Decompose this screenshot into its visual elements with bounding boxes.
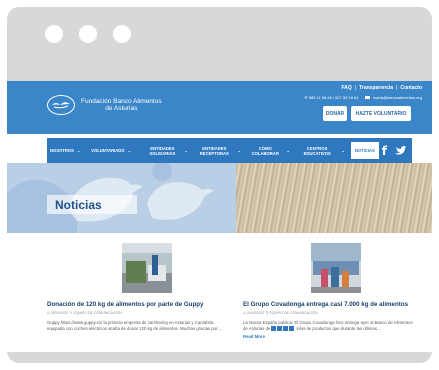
nav-item-entidades-solidarias[interactable]: ENTIDADES SOLIDARIAS ⌄ bbox=[140, 138, 191, 163]
link-separator: | bbox=[354, 85, 357, 91]
excerpt-end: kilos de productos que durante las últim… bbox=[296, 326, 382, 331]
mail-icon bbox=[364, 96, 370, 100]
logo-text: Fundación Banco Alimentos de Asturias bbox=[81, 98, 162, 113]
nav-item-como-colaborar[interactable]: CÓMO COLABORAR ⌄ bbox=[244, 138, 293, 163]
nav-item-noticias[interactable]: NOTICIAS bbox=[350, 142, 379, 159]
facebook-icon[interactable]: f bbox=[382, 144, 387, 158]
post-meta: ◷ 26/03/2021 ✎ EQUIPO DE COMUNICACIÓN bbox=[243, 311, 418, 315]
faq-link[interactable]: FAQ bbox=[342, 85, 352, 91]
post-excerpt: Guppy https://www.guppy.es/ la primera e… bbox=[47, 320, 222, 331]
browser-frame: FAQ | Transparencia | Contacto ✆ 985 11 58 6… bbox=[7, 7, 432, 363]
nav-label: ENTIDADES RECEPTORAS bbox=[199, 145, 229, 156]
number-squares-icon bbox=[271, 326, 295, 332]
post-excerpt: La Nueva España publica: El Grupo Covado… bbox=[243, 320, 418, 332]
phone-icon: ✆ bbox=[304, 95, 308, 100]
clock-icon: ◷ bbox=[243, 311, 247, 315]
link-separator: | bbox=[396, 85, 398, 91]
post-title-link[interactable]: El Grupo Covadonga entrega casi 7.000 kg… bbox=[243, 301, 418, 308]
nav-label: VOLUNTARIADO bbox=[91, 148, 125, 153]
news-post: El Grupo Covadonga entrega casi 7.000 kg… bbox=[243, 243, 418, 339]
chevron-down-icon: ⌄ bbox=[184, 148, 189, 153]
post-date: 30/03/2021 bbox=[51, 311, 69, 315]
email-address[interactable]: marta@bancoalimentos.org bbox=[373, 95, 422, 100]
contact-line: ✆ 985 11 58 66 / 627 56 18 61 marta@banc… bbox=[304, 95, 422, 100]
page-viewport: FAQ | Transparencia | Contacto ✆ 985 11 58 6… bbox=[7, 81, 432, 352]
post-date: 26/03/2021 bbox=[247, 311, 265, 315]
contact-link[interactable]: Contacto bbox=[400, 85, 422, 91]
site-header: FAQ | Transparencia | Contacto ✆ 985 11 58 6… bbox=[7, 81, 432, 134]
news-post: Donación de 120 kg de alimentos por part… bbox=[47, 243, 222, 332]
read-more-link[interactable]: Read More bbox=[243, 334, 418, 339]
nav-label: CENTROS EDUCATIVOS bbox=[303, 145, 331, 156]
logo-text-line1: Fundación Banco Alimentos bbox=[81, 97, 162, 105]
clock-icon: ◷ bbox=[47, 311, 51, 315]
post-thumbnail[interactable] bbox=[311, 243, 361, 293]
nav-label: CÓMO COLABORAR bbox=[251, 145, 279, 156]
window-close-dot[interactable] bbox=[45, 25, 63, 43]
window-minimize-dot[interactable] bbox=[79, 25, 97, 43]
birds-logo-icon bbox=[47, 95, 75, 115]
nav-item-entidades-receptoras[interactable]: ENTIDADES RECEPTORAS ⌄ bbox=[191, 138, 244, 163]
post-author[interactable]: EQUIPO DE COMUNICACIÓN bbox=[73, 311, 121, 315]
nav-item-nosotros[interactable]: NOSOTROS ⌄ bbox=[47, 138, 88, 163]
window-chrome bbox=[7, 7, 432, 59]
banner-newspaper-image bbox=[236, 163, 432, 233]
page-banner: Noticias bbox=[7, 163, 432, 233]
page-title: Noticias bbox=[47, 195, 137, 214]
post-author[interactable]: EQUIPO DE COMUNICACIÓN bbox=[269, 311, 317, 315]
top-links: FAQ | Transparencia | Contacto bbox=[342, 85, 422, 91]
logo-text-line2: de Asturias bbox=[105, 105, 138, 112]
chevron-down-icon: ⌄ bbox=[341, 148, 345, 153]
donate-button[interactable]: DONAR bbox=[323, 106, 347, 121]
post-title-link[interactable]: Donación de 120 kg de alimentos por part… bbox=[47, 301, 222, 308]
nav-item-centros-educativos[interactable]: CENTROS EDUCATIVOS ⌄ bbox=[293, 138, 348, 163]
chevron-down-icon: ⌄ bbox=[237, 148, 241, 153]
nav-item-voluntariado[interactable]: VOLUNTARIADO ⌄ bbox=[88, 138, 140, 163]
main-nav: NOSOTROS ⌄ VOLUNTARIADO ⌄ ENTIDADES SOLIDA… bbox=[47, 138, 412, 163]
volunteer-button[interactable]: HAZTE VOLUNTARIO bbox=[351, 106, 411, 121]
chevron-down-icon: ⌄ bbox=[127, 148, 131, 153]
transparency-link[interactable]: Transparencia bbox=[359, 85, 393, 91]
post-meta: ◷ 30/03/2021 ✎ EQUIPO DE COMUNICACIÓN bbox=[47, 311, 222, 315]
site-logo[interactable]: Fundación Banco Alimentos de Asturias bbox=[47, 95, 162, 115]
chevron-down-icon: ⌄ bbox=[76, 148, 81, 153]
post-thumbnail[interactable] bbox=[122, 243, 172, 293]
nav-label: NOSOTROS bbox=[50, 148, 74, 153]
twitter-icon[interactable] bbox=[395, 142, 406, 160]
phone-number[interactable]: 985 11 58 66 / 627 56 18 61 bbox=[309, 95, 359, 100]
window-maximize-dot[interactable] bbox=[113, 25, 131, 43]
nav-label: ENTIDADES SOLIDARIAS bbox=[149, 145, 176, 156]
social-links: f bbox=[382, 142, 412, 160]
chevron-down-icon: ⌄ bbox=[286, 148, 290, 153]
